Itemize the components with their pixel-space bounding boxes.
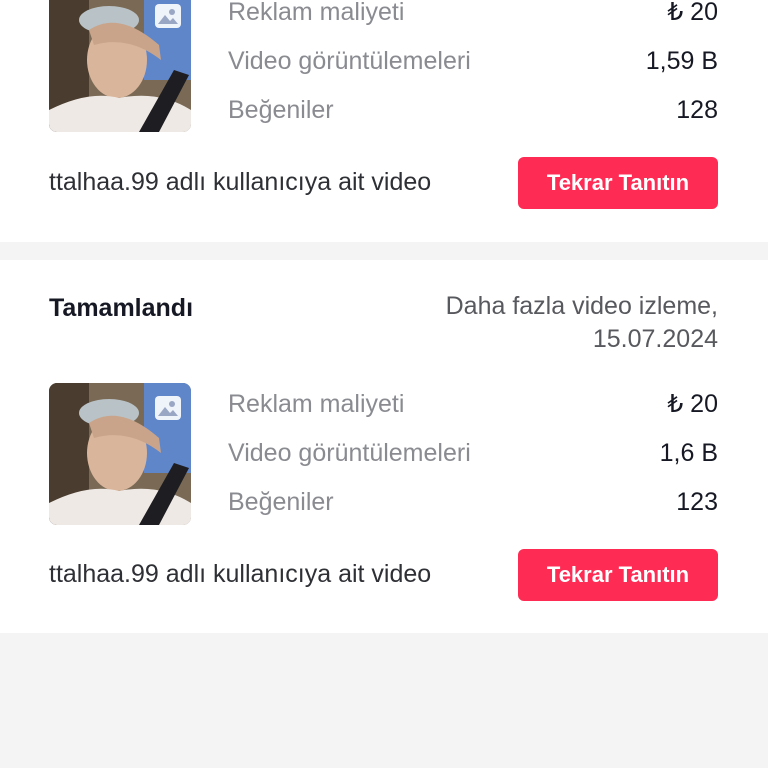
stat-value: 128 [676, 95, 718, 124]
stat-likes: Beğeniler 128 [228, 90, 718, 130]
stat-video-views: Video görüntülemeleri 1,59 B [228, 41, 718, 81]
campaign-goal: Daha fazla video izleme, [445, 292, 718, 320]
promote-again-button[interactable]: Tekrar Tanıtın [518, 157, 718, 209]
stat-label: Reklam maliyeti [228, 389, 405, 418]
stat-value: 1,6 B [659, 438, 718, 467]
campaign-goal-date: Daha fazla video izleme, 15.07.2024 [446, 290, 718, 356]
stat-value: 1,59 B [645, 46, 718, 75]
photo-icon [154, 395, 182, 421]
stat-label: Beğeniler [228, 95, 334, 124]
stat-label: Beğeniler [228, 487, 334, 516]
video-owner-text: ttalhaa.99 adlı kullanıcıya ait video [49, 560, 432, 588]
status-title: Tamamlandı [49, 294, 194, 322]
stat-label: Video görüntülemeleri [228, 438, 471, 467]
stat-value: 123 [676, 487, 718, 516]
stat-likes: Beğeniler 123 [228, 482, 718, 522]
stat-ad-cost: Reklam maliyeti ₺ 20 [228, 384, 718, 424]
stat-label: Video görüntülemeleri [228, 46, 471, 75]
photo-icon [154, 3, 182, 29]
stat-label: Reklam maliyeti [228, 0, 405, 26]
campaign-date: 15.07.2024 [592, 325, 718, 353]
stat-video-views: Video görüntülemeleri 1,6 B [228, 433, 718, 473]
stat-value: ₺ 20 [667, 0, 718, 26]
campaign-card-1: Reklam maliyeti ₺ 20 Video görüntülemele… [0, 0, 768, 242]
stat-value: ₺ 20 [667, 390, 718, 418]
stat-ad-cost: Reklam maliyeti ₺ 20 [228, 0, 718, 32]
video-owner-text: ttalhaa.99 adlı kullanıcıya ait video [49, 168, 432, 196]
promote-again-button[interactable]: Tekrar Tanıtın [518, 549, 718, 601]
campaign-card-2: Tamamlandı Daha fazla video izleme, 15.0… [0, 260, 768, 633]
